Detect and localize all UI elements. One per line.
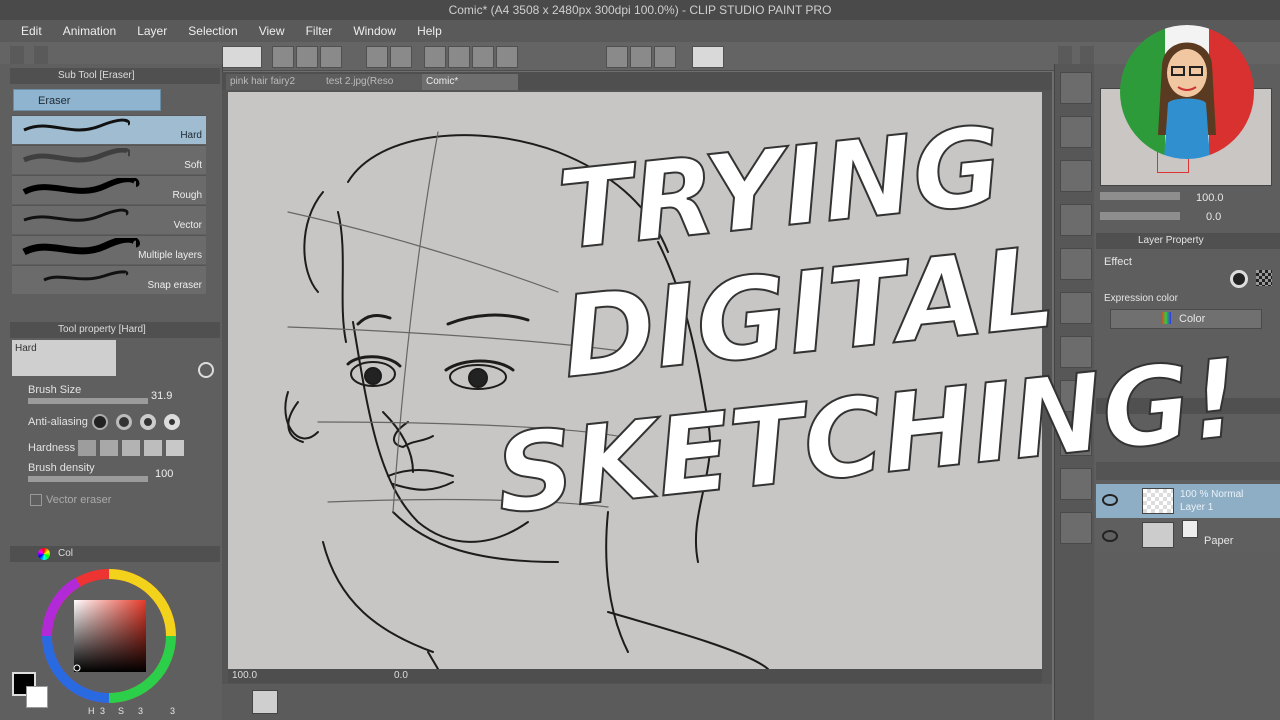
avatar-illustration	[1120, 25, 1254, 159]
title-overlay: TRYING DIGITAL SKETCHING!	[489, 103, 1247, 540]
channel-avatar	[1120, 25, 1254, 159]
